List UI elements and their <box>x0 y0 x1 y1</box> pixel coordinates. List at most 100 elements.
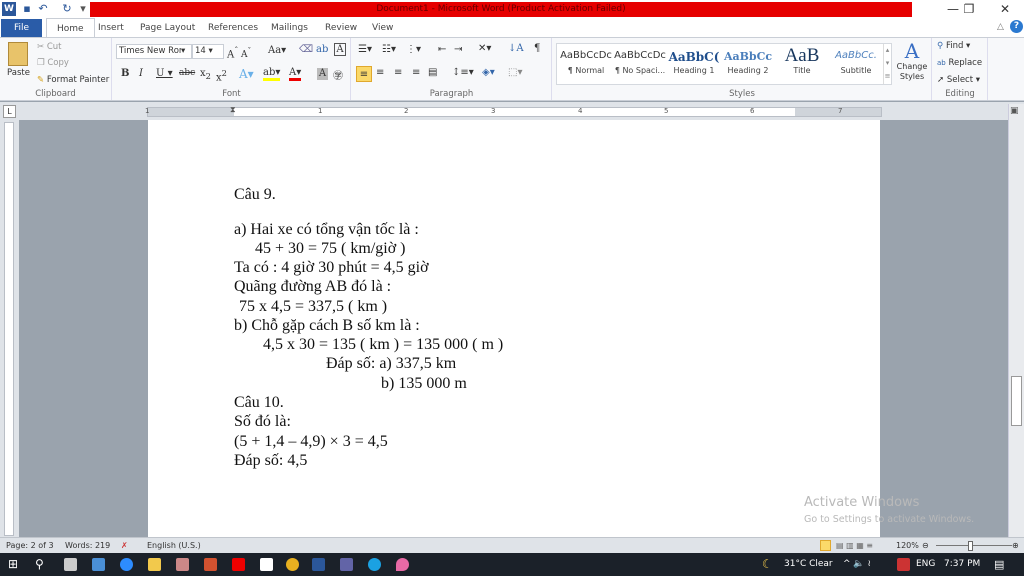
search-icon[interactable]: ⚲ <box>35 553 44 576</box>
scrollbar-thumb[interactable] <box>1011 376 1022 426</box>
tab-page-layout[interactable]: Page Layout <box>132 18 203 38</box>
save-icon[interactable]: ▪ <box>20 2 34 16</box>
subscript-button[interactable]: x2 <box>200 68 211 81</box>
tab-review[interactable]: Review <box>317 18 365 38</box>
redo-icon[interactable]: ↻ <box>60 2 74 16</box>
proofing-icon[interactable]: ✗ <box>121 538 128 553</box>
app-icon[interactable] <box>260 558 273 571</box>
word-taskbar-icon[interactable] <box>312 558 325 571</box>
superscript-button[interactable]: x2 <box>216 68 227 83</box>
text-effects-icon[interactable]: A▾ <box>239 67 254 81</box>
bullets-icon[interactable]: ☰▾ <box>358 44 372 55</box>
zoom-out-button[interactable]: ⊖ <box>922 538 929 553</box>
notifications-icon[interactable]: ▤ <box>994 553 1004 576</box>
borders-icon[interactable]: ⬚▾ <box>508 67 522 78</box>
decrease-indent-icon[interactable]: ⇤ <box>438 44 446 55</box>
zoom-level[interactable]: 120% <box>896 538 919 553</box>
style-no-spacing[interactable]: AaBbCcDc ¶ No Spaci... <box>613 44 667 84</box>
style-normal[interactable]: AaBbCcDc ¶ Normal <box>559 44 613 84</box>
zoom-in-button[interactable]: ⊕ <box>1012 538 1019 553</box>
character-border-icon[interactable]: A <box>334 43 346 56</box>
tab-selector[interactable]: L <box>3 105 16 118</box>
font-size-select[interactable]: 14 ▾ <box>192 44 224 59</box>
increase-indent-icon[interactable]: ⇥ <box>454 44 462 55</box>
close-button[interactable]: ✕ <box>988 0 1022 18</box>
clear-formatting-icon[interactable]: ⌫ <box>299 44 313 55</box>
tab-home[interactable]: Home <box>46 18 95 38</box>
numbering-icon[interactable]: ☷▾ <box>382 44 396 55</box>
styles-scroll[interactable]: ▴ ▾ ≡ <box>883 44 891 84</box>
powerpoint-icon[interactable] <box>204 558 217 571</box>
clock[interactable]: 7:37 PM <box>944 553 980 576</box>
app-icon[interactable] <box>176 558 189 571</box>
asian-layout-icon[interactable]: ✕▾ <box>478 43 491 54</box>
print-layout-view-icon[interactable] <box>820 540 831 551</box>
word-count[interactable]: Words: 219 <box>65 538 110 553</box>
zoom-slider[interactable] <box>936 545 1012 546</box>
tab-insert[interactable]: Insert <box>90 18 132 38</box>
select-button[interactable]: ➚ Select ▾ <box>937 75 980 85</box>
tray-icons[interactable]: ^ 🔈 ≀ <box>843 553 871 576</box>
help-icon[interactable]: ? <box>1010 20 1023 33</box>
align-center-button[interactable]: ≡ <box>376 67 384 78</box>
style-heading-1[interactable]: AaBbC(Heading 1 <box>667 44 721 84</box>
copy-button[interactable]: ❐ Copy <box>37 58 69 68</box>
app-icon[interactable] <box>396 558 409 571</box>
app-icon[interactable] <box>64 558 77 571</box>
shrink-font-icon[interactable]: Aˇ <box>241 46 251 60</box>
style-subtitle[interactable]: AaBbCc. Subtitle <box>829 44 883 84</box>
style-title[interactable]: AaB Title <box>775 44 829 84</box>
undo-icon[interactable]: ↶ <box>36 2 50 16</box>
tab-references[interactable]: References <box>200 18 266 38</box>
tab-view[interactable]: View <box>364 18 401 38</box>
paste-button[interactable]: Paste <box>7 68 30 78</box>
vertical-scrollbar[interactable] <box>1008 104 1024 537</box>
align-left-button[interactable]: ≡ <box>356 66 372 82</box>
change-styles-button[interactable]: A Change Styles <box>896 40 928 82</box>
font-color-icon[interactable]: A▾ <box>289 67 302 81</box>
multilevel-list-icon[interactable]: ⋮▾ <box>406 44 421 55</box>
replace-button[interactable]: ab Replace <box>937 58 982 68</box>
windows-start-icon[interactable]: ⊞ <box>8 553 18 576</box>
highlight-icon[interactable]: ab▾ <box>263 67 281 81</box>
show-formatting-icon[interactable]: ¶ <box>534 43 540 54</box>
minimize-ribbon-icon[interactable]: △ <box>997 22 1004 32</box>
page-count[interactable]: Page: 2 of 3 <box>6 538 54 553</box>
tab-file[interactable]: File <box>1 19 42 37</box>
distributed-button[interactable]: ▤ <box>428 67 437 78</box>
line-spacing-icon[interactable]: ↕≡▾ <box>452 67 474 78</box>
horizontal-ruler[interactable]: 1 1 2 3 4 5 6 7 ⧗ <box>145 105 882 117</box>
tab-mailings[interactable]: Mailings <box>263 18 316 38</box>
bold-button[interactable]: B <box>121 68 129 79</box>
find-button[interactable]: ⚲ Find ▾ <box>937 41 970 51</box>
indent-marker[interactable]: ⧗ <box>230 105 236 115</box>
zoom-slider-thumb[interactable] <box>968 541 973 551</box>
cut-button[interactable]: ✂ Cut <box>37 42 61 52</box>
file-explorer-icon[interactable] <box>148 558 161 571</box>
zoom-app-icon[interactable] <box>120 558 133 571</box>
grow-font-icon[interactable]: Aˆ <box>227 45 238 60</box>
underline-button[interactable]: U ▾ <box>156 68 173 79</box>
format-painter-button[interactable]: ✎ Format Painter <box>37 75 109 85</box>
language[interactable]: English (U.S.) <box>147 538 201 553</box>
enclose-characters-icon[interactable]: ㊫ <box>333 67 343 82</box>
edge-icon[interactable] <box>368 558 381 571</box>
chrome-icon[interactable] <box>286 558 299 571</box>
italic-button[interactable]: I <box>139 68 143 79</box>
change-case-icon[interactable]: Aa▾ <box>268 45 286 56</box>
customize-toolbar-icon[interactable]: ▾ <box>76 2 90 16</box>
character-shading-icon[interactable]: A <box>317 68 328 80</box>
weather-text[interactable]: 31°C Clear <box>784 553 833 576</box>
language-indicator[interactable]: ENG <box>916 553 935 576</box>
app-icon[interactable] <box>92 558 105 571</box>
justify-button[interactable]: ≡ <box>412 67 420 78</box>
restore-button[interactable]: ❐ <box>952 0 986 18</box>
view-ruler-icon[interactable]: ▣ <box>1010 106 1019 116</box>
app-tray-icon[interactable] <box>897 558 910 571</box>
sort-icon[interactable]: ↓A <box>508 43 524 54</box>
font-name-select[interactable]: Times New Roman▾ <box>116 44 192 59</box>
youtube-icon[interactable] <box>232 558 245 571</box>
shading-icon[interactable]: ◈▾ <box>482 67 495 78</box>
style-heading-2[interactable]: AaBbCc Heading 2 <box>721 44 775 84</box>
align-right-button[interactable]: ≡ <box>394 67 402 78</box>
